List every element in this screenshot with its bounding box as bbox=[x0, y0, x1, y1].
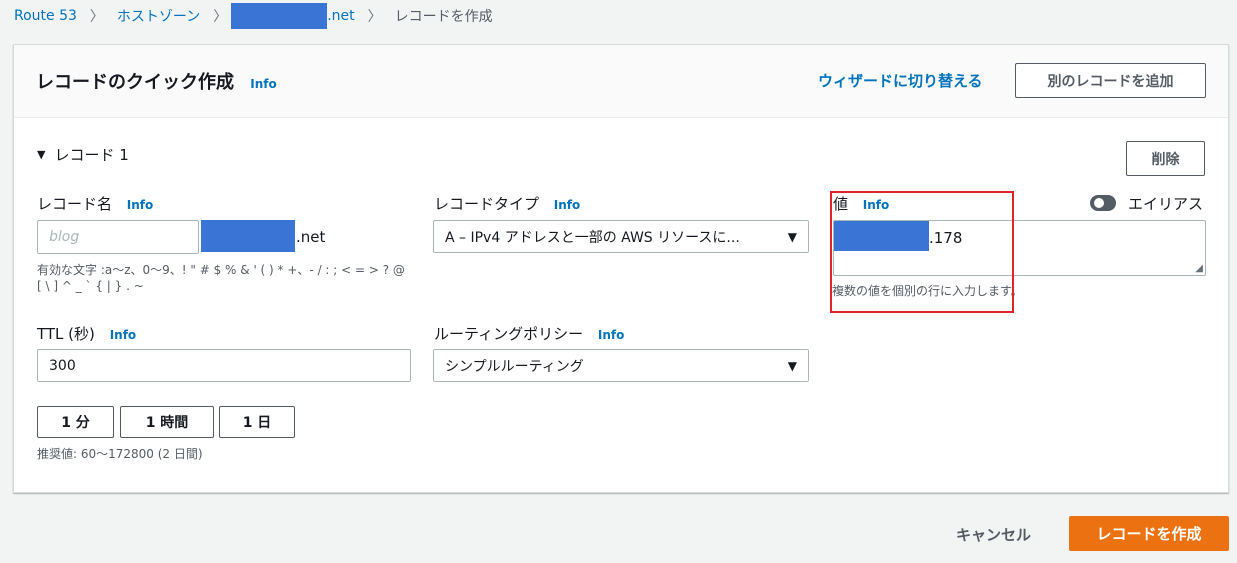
record-type-select[interactable]: A – IPv4 アドレスと一部の AWS リソースに... ▼ bbox=[433, 220, 809, 253]
record-section-toggle[interactable]: ▼ レコード 1 bbox=[37, 144, 129, 165]
ttl-recommended: 推奨値: 60〜172800 (2 日間) bbox=[37, 447, 203, 461]
toggle-switch-icon bbox=[1090, 195, 1116, 211]
breadcrumb-hosted-zones[interactable]: ホストゾーン bbox=[117, 6, 200, 26]
ttl-preset-1hour[interactable]: 1 時間 bbox=[120, 406, 214, 438]
caret-down-icon: ▼ bbox=[787, 229, 797, 244]
ttl-input[interactable]: 300 bbox=[37, 349, 411, 382]
ttl-preset-1day[interactable]: 1 日 bbox=[219, 406, 295, 438]
breadcrumb-domain[interactable]: .net bbox=[231, 3, 355, 29]
switch-to-wizard-link[interactable]: ウィザードに切り替える bbox=[818, 70, 983, 91]
routing-policy-info-link[interactable]: Info bbox=[598, 328, 624, 342]
resize-handle-icon[interactable]: ◢ bbox=[1195, 263, 1203, 274]
chevron-right-icon: 〉 bbox=[89, 9, 104, 25]
chevron-right-icon: 〉 bbox=[367, 9, 382, 25]
record-name-info-link[interactable]: Info bbox=[127, 198, 153, 212]
redacted-domain bbox=[201, 220, 295, 252]
record-type-label: レコードタイプ Info bbox=[434, 195, 581, 213]
caret-down-icon: ▼ bbox=[37, 148, 46, 161]
breadcrumb: Route 53 〉 ホストゾーン 〉 .net 〉 レコードを作成 bbox=[14, 3, 493, 29]
record-name-input[interactable]: blog bbox=[37, 220, 199, 254]
ttl-value: 300 bbox=[49, 357, 76, 374]
alias-toggle[interactable]: エイリアス bbox=[1090, 193, 1208, 213]
add-record-button[interactable]: 別のレコードを追加 bbox=[1015, 63, 1206, 98]
routing-policy-label: ルーティングポリシー Info bbox=[434, 325, 625, 343]
title-info-link[interactable]: Info bbox=[250, 77, 276, 91]
breadcrumb-current: レコードを作成 bbox=[394, 9, 493, 25]
record-type-value: A – IPv4 アドレスと一部の AWS リソースに... bbox=[445, 229, 740, 246]
breadcrumb-domain-suffix: .net bbox=[327, 8, 355, 24]
routing-policy-select[interactable]: シンプルルーティング ▼ bbox=[433, 349, 809, 382]
breadcrumb-route53[interactable]: Route 53 bbox=[14, 8, 77, 24]
caret-down-icon: ▼ bbox=[787, 358, 797, 373]
ttl-label: TTL (秒) Info bbox=[37, 325, 137, 343]
record-name-hint: 有効な文字 :a〜z、0〜9、! " # $ % & ' ( ) * +、- /… bbox=[37, 263, 405, 293]
ttl-preset-1min[interactable]: 1 分 bbox=[37, 406, 114, 438]
record-type-info-link[interactable]: Info bbox=[554, 198, 580, 212]
cancel-button[interactable]: キャンセル bbox=[956, 524, 1031, 545]
record-section-title: レコード 1 bbox=[54, 146, 129, 164]
routing-policy-value: シンプルルーティング bbox=[445, 358, 584, 375]
redacted-domain bbox=[231, 3, 328, 29]
page-title: レコードのクイック作成 Info bbox=[36, 72, 277, 93]
highlight-box bbox=[830, 191, 1014, 313]
chevron-right-icon: 〉 bbox=[213, 9, 228, 25]
create-record-button[interactable]: レコードを作成 bbox=[1069, 516, 1229, 551]
record-name-label: レコード名 Info bbox=[37, 195, 154, 213]
record-name-placeholder: blog bbox=[49, 229, 80, 245]
record-name-domain-suffix: .net bbox=[296, 228, 326, 246]
ttl-info-link[interactable]: Info bbox=[110, 328, 136, 342]
alias-label: エイリアス bbox=[1128, 195, 1204, 213]
delete-button[interactable]: 削除 bbox=[1126, 141, 1205, 176]
